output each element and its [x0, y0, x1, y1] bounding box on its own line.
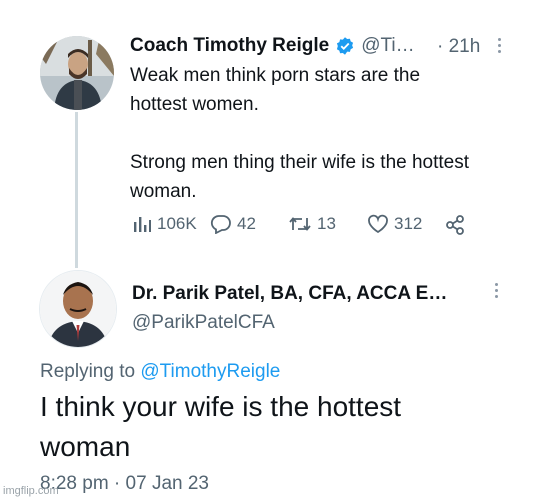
relative-time[interactable]: 21h	[449, 36, 481, 57]
like-count: 312	[394, 214, 423, 233]
reply-bubble-icon	[210, 214, 232, 234]
separator-dot: ·	[437, 36, 444, 57]
retweet-icon	[288, 214, 312, 234]
tweet-time: · 21h	[437, 36, 480, 58]
reply-timestamp[interactable]: 8:28 pm · 07 Jan 23	[40, 473, 209, 495]
verified-badge-icon	[335, 36, 355, 56]
replying-to-label: Replying to	[40, 361, 136, 382]
reply-author-handle[interactable]: @ParikPatelCFA	[132, 312, 275, 334]
replying-to-link[interactable]: @TimothyReigle	[140, 361, 280, 382]
reply-stat[interactable]: 42	[210, 214, 256, 234]
heart-icon	[367, 214, 389, 234]
tweet-line: hottest women.	[130, 94, 259, 115]
author-name[interactable]: Coach Timothy Reigle	[130, 35, 329, 57]
views-count: 106K	[157, 214, 197, 233]
replying-to-line: Replying to @TimothyReigle	[40, 361, 280, 383]
more-options-icon[interactable]	[498, 38, 501, 53]
reply-count: 42	[237, 214, 256, 233]
views-chart-icon	[132, 214, 152, 234]
tweet-line: Strong men thing their wife is the hotte…	[130, 152, 470, 173]
reply-more-options-icon[interactable]	[495, 283, 498, 298]
reply-line: woman	[40, 431, 131, 462]
views-stat[interactable]: 106K	[132, 214, 197, 234]
retweet-stat[interactable]: 13	[288, 214, 336, 234]
tweet-line: Weak men think porn stars are the	[130, 65, 421, 86]
avatar-parik[interactable]	[39, 270, 117, 348]
reply-text: I think your wife is the hottest woman	[40, 387, 401, 467]
reply-author-name[interactable]: Dr. Parik Patel, BA, CFA, ACCA E…	[132, 283, 447, 305]
retweet-count: 13	[317, 214, 336, 233]
share-icon[interactable]	[444, 214, 466, 241]
author-handle[interactable]: @Ti…	[361, 35, 414, 57]
avatar-timothy[interactable]	[40, 36, 114, 110]
reply-line: I think your wife is the hottest	[40, 391, 402, 422]
imgflip-watermark: imgflip.com	[3, 485, 59, 497]
tweet-text: Weak men think porn stars are the hottes…	[130, 61, 530, 206]
tweet-line: woman.	[130, 181, 197, 202]
like-stat[interactable]: 312	[367, 214, 422, 234]
thread-line	[75, 112, 78, 268]
tweet-header: Coach Timothy Reigle @Ti…	[130, 35, 415, 57]
